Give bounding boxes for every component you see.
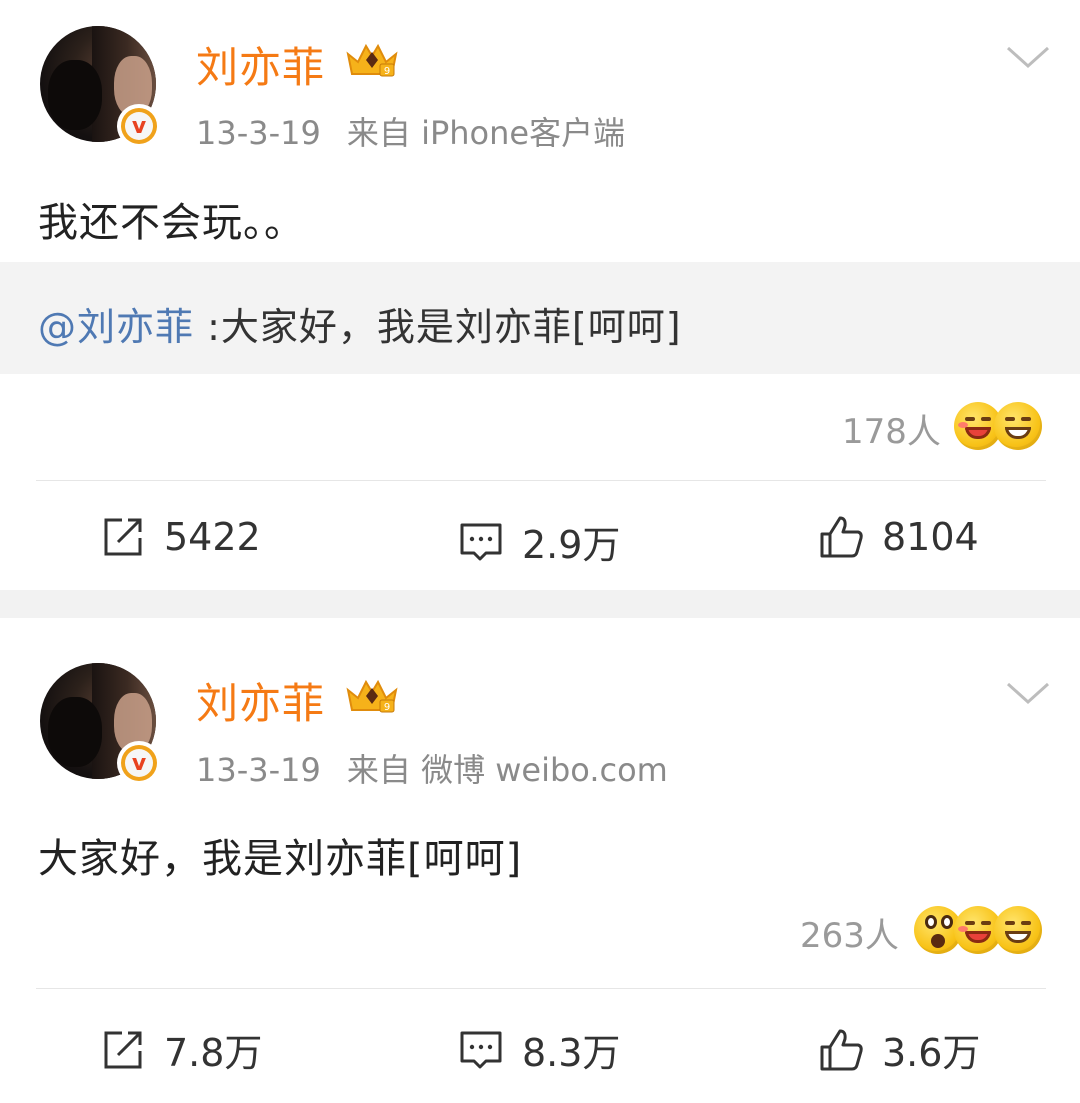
comment-button[interactable]: 2.9万 [458, 514, 620, 569]
repost-icon [104, 1031, 142, 1068]
weibo-post-2: v 刘亦菲 9 13-3-19 来自 微博 weibo.com 大家好，我是刘亦菲… [0, 618, 1080, 1103]
post-source: 来自 微博 weibo.com [346, 751, 668, 789]
reactions-count[interactable]: 178人 [842, 404, 941, 453]
like-count: 8104 [882, 515, 979, 559]
comment-button[interactable]: 8.3万 [458, 1022, 620, 1077]
svg-text:9: 9 [384, 702, 390, 713]
divider [36, 988, 1046, 989]
thumbs-up-icon [820, 516, 863, 558]
post-date: 13-3-19 [196, 114, 321, 152]
repost-button[interactable]: 5422 [100, 514, 261, 560]
repost-line: @刘亦菲 :大家好，我是刘亦菲[呵呵] [38, 296, 682, 351]
like-count: 3.6万 [882, 1031, 981, 1075]
user-name[interactable]: 刘亦菲 [196, 34, 325, 95]
post-text: 大家好，我是刘亦菲[呵呵] [38, 836, 523, 882]
post-separator [0, 590, 1080, 618]
chevron-down-icon[interactable] [1004, 42, 1052, 72]
svg-text:9: 9 [384, 66, 390, 77]
post-meta: 13-3-19 来自 微博 weibo.com [196, 745, 668, 791]
verified-badge-icon: v [117, 741, 161, 785]
verified-badge-icon: v [117, 104, 161, 148]
crown-level-icon: 9 [346, 679, 398, 713]
like-button[interactable]: 8104 [818, 514, 979, 560]
repost-icon [104, 518, 142, 556]
repost-count: 7.8万 [164, 1031, 263, 1075]
grin-emoji-icon [994, 402, 1042, 450]
thumbs-up-icon [820, 1029, 863, 1070]
post-date: 13-3-19 [196, 751, 321, 789]
repost-count: 5422 [164, 515, 261, 559]
weibo-post-1: v 刘亦菲 9 13-3-19 来自 iPhone客户端 我还不会玩。。 @刘亦菲… [0, 0, 1080, 590]
post-meta: 13-3-19 来自 iPhone客户端 [196, 108, 625, 154]
repost-text: :大家好，我是刘亦菲[呵呵] [194, 305, 682, 349]
post-text: 我还不会玩。。 [38, 200, 305, 246]
crown-level-icon: 9 [346, 43, 398, 77]
comment-icon [460, 1031, 502, 1068]
chevron-down-icon[interactable] [1004, 678, 1052, 708]
repost-button[interactable]: 7.8万 [100, 1022, 262, 1077]
comment-icon [460, 523, 502, 560]
post-source: 来自 iPhone客户端 [346, 114, 626, 152]
grin-emoji-icon [994, 906, 1042, 954]
like-button[interactable]: 3.6万 [818, 1022, 980, 1077]
comment-count: 2.9万 [522, 523, 621, 567]
comment-count: 8.3万 [522, 1031, 621, 1075]
user-name[interactable]: 刘亦菲 [196, 670, 325, 731]
mention-link[interactable]: @刘亦菲 [38, 305, 194, 349]
reactions-count[interactable]: 263人 [800, 908, 899, 957]
divider [36, 480, 1046, 481]
